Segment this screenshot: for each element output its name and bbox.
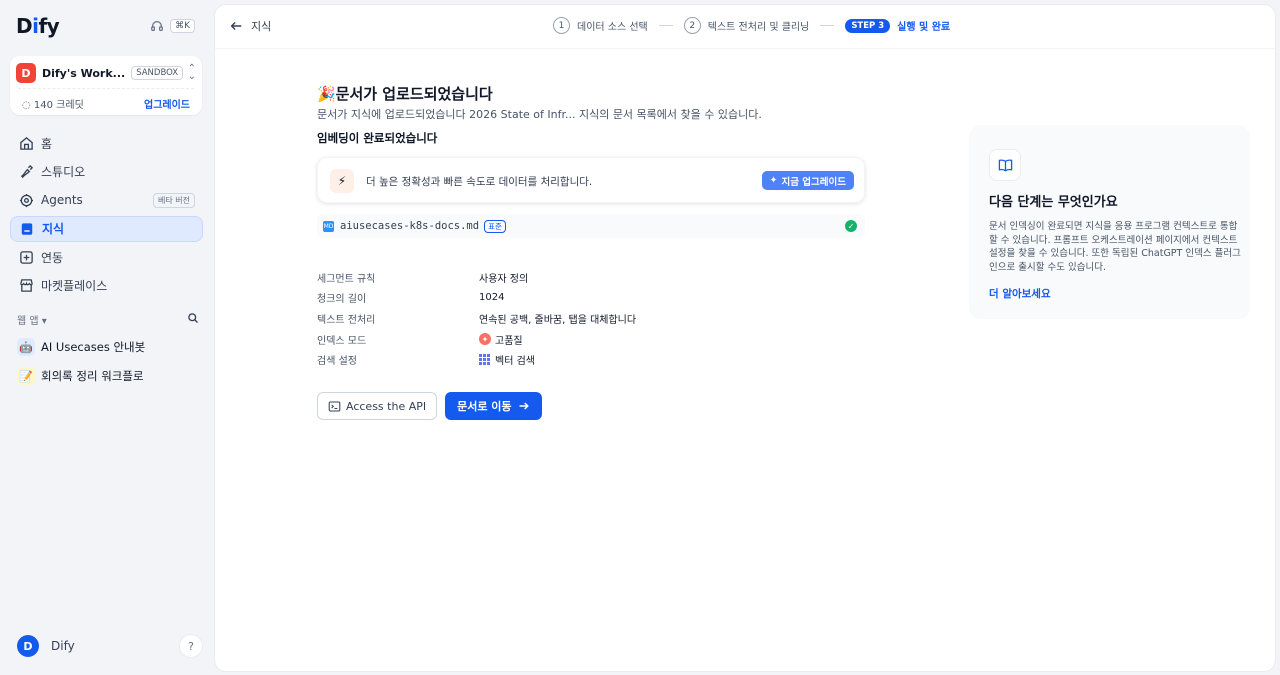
setting-value: 사용자 정의 xyxy=(479,273,529,285)
embedding-status-title: 임베딩이 완료되었습니다 xyxy=(317,131,438,145)
step-connector xyxy=(658,25,673,26)
step-1-number: 1 xyxy=(553,17,570,34)
divider xyxy=(18,88,194,89)
home-icon xyxy=(18,135,34,151)
check-circle-icon: ✓ xyxy=(845,220,857,232)
next-steps-card: 다음 단계는 무엇인가요 문서 인덱싱이 완료되면 지식을 응용 프로그램 컨텍… xyxy=(969,125,1250,319)
setting-value: 벡터 검색 xyxy=(479,352,535,367)
knowledge-icon xyxy=(19,221,35,237)
top-bar: 지식 1 데이터 소스 선택 2 텍스트 전처리 및 클리닝 STEP 3 실행… xyxy=(215,5,1275,49)
workspace-card: D Dify's Work... SANDBOX ⌃ ⌄ ◌ 140 크레딧 업그… xyxy=(10,56,202,115)
setting-key: 검색 설정 xyxy=(317,356,357,368)
sparkle-icon: ✦ xyxy=(769,175,778,186)
setting-row: 인덱스 모드 ✦ 고품질 xyxy=(317,329,865,350)
file-name: aiusecases-k8s-docs.md xyxy=(340,220,480,232)
setting-value: ✦ 고품질 xyxy=(479,332,523,347)
file-index-badge: 표준 xyxy=(484,219,506,233)
step-3-badge: STEP 3 xyxy=(845,18,891,33)
next-steps-body: 문서 인덱싱이 완료되면 지식을 응용 프로그램 컨텍스트로 통합할 수 있습니… xyxy=(989,221,1241,273)
app-avatar: 📝 xyxy=(17,367,35,385)
nav-item-studio[interactable]: 스튜디오 xyxy=(10,159,203,185)
sidebar: Dify ⌘K D Dify's Work... SANDBOX ⌃ ⌄ ◌ 14… xyxy=(0,0,213,675)
go-to-document-button[interactable]: 문서로 이동 xyxy=(445,392,542,420)
back-button[interactable]: 지식 xyxy=(229,18,271,34)
upgrade-banner: ⚡ 더 높은 정확성과 빠른 속도로 데이터를 처리합니다. ✦ 지금 업그레이… xyxy=(317,157,865,203)
setting-row: 검색 설정 벡터 검색 xyxy=(317,349,865,370)
upgrade-now-button[interactable]: ✦ 지금 업그레이드 xyxy=(761,171,854,190)
search-shortcut-button[interactable]: ⌘K xyxy=(170,19,195,33)
learn-more-link[interactable]: 더 알아보세요 xyxy=(989,286,1051,301)
book-icon xyxy=(989,149,1021,181)
processing-settings: 세그먼트 규칙 사용자 정의 청크의 길이 1024 텍스트 전처리 연속된 공… xyxy=(317,267,865,370)
credit-icon: ◌ xyxy=(22,100,34,111)
webapp-name: AI Usecases 안내봇 xyxy=(41,340,146,354)
setting-key: 인덱스 모드 xyxy=(317,335,367,347)
nav-item-integration[interactable]: 연동 xyxy=(10,244,203,270)
caret-down-icon: ▾ xyxy=(41,316,47,327)
upgrade-link[interactable]: 업그레이드 xyxy=(144,96,190,111)
webapp-name: 회의록 정리 워크플로 xyxy=(41,369,144,383)
arrow-left-icon xyxy=(230,22,242,30)
next-steps-title: 다음 단계는 무엇인가요 xyxy=(989,195,1118,210)
credits-text: ◌ 140 크레딧 xyxy=(22,100,84,111)
webapp-item[interactable]: 🤖 AI Usecases 안내봇 xyxy=(17,336,202,358)
workspace-switcher[interactable]: D Dify's Work... SANDBOX ⌃ ⌄ xyxy=(16,62,196,84)
step-connector xyxy=(820,25,835,26)
plan-badge: SANDBOX xyxy=(131,66,184,80)
access-api-button[interactable]: Access the API xyxy=(317,392,438,420)
studio-icon xyxy=(18,164,34,180)
setting-key: 세그먼트 규칙 xyxy=(317,273,376,285)
step-3-label: 실행 및 완료 xyxy=(897,22,951,33)
setting-value: 연속된 공백, 줄바꿈, 탭을 대체합니다 xyxy=(479,314,637,326)
stepper: 1 데이터 소스 선택 2 텍스트 전처리 및 클리닝 STEP 3 실행 및 … xyxy=(553,17,950,34)
arrow-right-icon xyxy=(519,402,529,410)
nav-item-home[interactable]: 홈 xyxy=(10,130,203,156)
setting-row: 청크의 길이 1024 xyxy=(317,288,865,309)
agent-icon xyxy=(18,192,34,208)
step-2-label: 텍스트 전처리 및 클리닝 xyxy=(707,22,810,33)
quality-icon: ✦ xyxy=(479,333,491,346)
terminal-icon xyxy=(328,401,341,411)
webapps-toggle[interactable]: 웹 앱 ▾ xyxy=(17,312,47,327)
integration-icon xyxy=(18,249,34,265)
headset-icon[interactable] xyxy=(150,19,164,33)
lightning-icon: ⚡ xyxy=(330,169,354,193)
user-avatar[interactable]: D xyxy=(17,635,39,657)
page-title: 🎉문서가 업로드되었습니다 xyxy=(317,85,493,103)
step-1-label: 데이터 소스 선택 xyxy=(577,22,648,33)
webapps-header: 웹 앱 ▾ xyxy=(17,312,199,327)
setting-key: 청크의 길이 xyxy=(317,294,367,306)
main-panel: 지식 1 데이터 소스 선택 2 텍스트 전처리 및 클리닝 STEP 3 실행… xyxy=(214,4,1276,672)
chevron-up-down-icon: ⌃ ⌄ xyxy=(187,63,196,82)
dify-logo[interactable]: Dify xyxy=(16,14,60,38)
nav-item-marketplace[interactable]: 마켓플레이스 xyxy=(10,273,203,299)
user-account: D Dify ? xyxy=(17,634,203,658)
action-buttons: Access the API 문서로 이동 xyxy=(317,392,542,420)
upload-subtitle: 문서가 지식에 업로드되었습니다 2026 State of Infr... 지… xyxy=(317,108,762,121)
workspace-name: Dify's Work... xyxy=(42,66,126,80)
sidebar-top-actions: ⌘K xyxy=(150,19,195,33)
setting-row: 텍스트 전처리 연속된 공백, 줄바꿈, 탭을 대체합니다 xyxy=(317,308,865,329)
workspace-avatar: D xyxy=(16,63,36,83)
file-item: MD aiusecases-k8s-docs.md 표준 ✓ xyxy=(317,214,865,238)
setting-row: 세그먼트 규칙 사용자 정의 xyxy=(317,267,865,288)
search-icon[interactable] xyxy=(187,312,199,327)
main-nav: 홈 스튜디오 Agents 베타 버전 지식 연동 마켓플레이스 xyxy=(10,130,203,301)
setting-value: 1024 xyxy=(479,292,505,304)
markdown-file-icon: MD xyxy=(323,220,334,232)
webapp-item[interactable]: 📝 회의록 정리 워크플로 xyxy=(17,365,202,387)
step-2-number: 2 xyxy=(683,17,701,34)
help-button[interactable]: ? xyxy=(179,634,203,658)
beta-badge: 베타 버전 xyxy=(153,192,195,208)
user-name[interactable]: Dify xyxy=(51,639,75,653)
nav-item-knowledge[interactable]: 지식 xyxy=(10,215,203,242)
nav-item-agents[interactable]: Agents 베타 버전 xyxy=(10,187,203,213)
vector-icon xyxy=(479,353,491,366)
app-avatar: 🤖 xyxy=(17,338,35,356)
upgrade-banner-text: 더 높은 정확성과 빠른 속도로 데이터를 처리합니다. xyxy=(366,176,593,188)
setting-key: 텍스트 전처리 xyxy=(317,314,376,326)
store-icon xyxy=(18,278,34,294)
